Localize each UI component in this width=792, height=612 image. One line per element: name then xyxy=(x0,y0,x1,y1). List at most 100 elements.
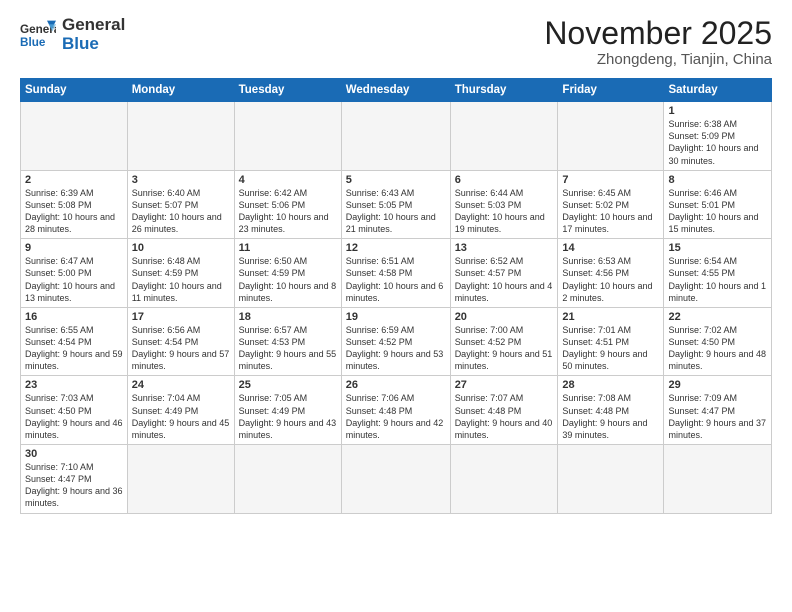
day-info: Sunrise: 6:46 AM Sunset: 5:01 PM Dayligh… xyxy=(668,187,767,236)
day-number: 13 xyxy=(455,242,554,254)
day-info: Sunrise: 6:59 AM Sunset: 4:52 PM Dayligh… xyxy=(346,324,446,373)
calendar-day-cell: 26Sunrise: 7:06 AM Sunset: 4:48 PM Dayli… xyxy=(341,376,450,445)
calendar-day-cell: 9Sunrise: 6:47 AM Sunset: 5:00 PM Daylig… xyxy=(21,239,128,308)
logo-blue: Blue xyxy=(62,35,125,54)
header: General Blue General Blue November 2025 … xyxy=(20,16,772,68)
day-info: Sunrise: 6:50 AM Sunset: 4:59 PM Dayligh… xyxy=(239,255,337,304)
day-number: 3 xyxy=(132,174,230,186)
calendar-day-cell xyxy=(341,102,450,171)
calendar-day-cell: 18Sunrise: 6:57 AM Sunset: 4:53 PM Dayli… xyxy=(234,307,341,376)
day-number: 15 xyxy=(668,242,767,254)
calendar-day-cell: 12Sunrise: 6:51 AM Sunset: 4:58 PM Dayli… xyxy=(341,239,450,308)
calendar-day-cell: 5Sunrise: 6:43 AM Sunset: 5:05 PM Daylig… xyxy=(341,170,450,239)
day-number: 22 xyxy=(668,311,767,323)
day-number: 8 xyxy=(668,174,767,186)
day-number: 28 xyxy=(562,379,659,391)
day-info: Sunrise: 6:39 AM Sunset: 5:08 PM Dayligh… xyxy=(25,187,123,236)
day-number: 10 xyxy=(132,242,230,254)
calendar-week-row: 16Sunrise: 6:55 AM Sunset: 4:54 PM Dayli… xyxy=(21,307,772,376)
calendar-week-row: 23Sunrise: 7:03 AM Sunset: 4:50 PM Dayli… xyxy=(21,376,772,445)
day-info: Sunrise: 6:52 AM Sunset: 4:57 PM Dayligh… xyxy=(455,255,554,304)
day-info: Sunrise: 6:48 AM Sunset: 4:59 PM Dayligh… xyxy=(132,255,230,304)
calendar-week-row: 30Sunrise: 7:10 AM Sunset: 4:47 PM Dayli… xyxy=(21,445,772,514)
day-info: Sunrise: 6:51 AM Sunset: 4:58 PM Dayligh… xyxy=(346,255,446,304)
day-number: 6 xyxy=(455,174,554,186)
day-number: 9 xyxy=(25,242,123,254)
day-info: Sunrise: 7:01 AM Sunset: 4:51 PM Dayligh… xyxy=(562,324,659,373)
calendar-day-cell: 13Sunrise: 6:52 AM Sunset: 4:57 PM Dayli… xyxy=(450,239,558,308)
calendar-day-cell xyxy=(558,445,664,514)
calendar-day-cell: 4Sunrise: 6:42 AM Sunset: 5:06 PM Daylig… xyxy=(234,170,341,239)
calendar-day-cell: 16Sunrise: 6:55 AM Sunset: 4:54 PM Dayli… xyxy=(21,307,128,376)
day-number: 21 xyxy=(562,311,659,323)
day-info: Sunrise: 6:57 AM Sunset: 4:53 PM Dayligh… xyxy=(239,324,337,373)
page: General Blue General Blue November 2025 … xyxy=(0,0,792,612)
calendar-day-cell: 15Sunrise: 6:54 AM Sunset: 4:55 PM Dayli… xyxy=(664,239,772,308)
col-sunday: Sunday xyxy=(21,79,128,102)
calendar-day-cell xyxy=(341,445,450,514)
day-info: Sunrise: 7:05 AM Sunset: 4:49 PM Dayligh… xyxy=(239,392,337,441)
calendar-day-cell: 23Sunrise: 7:03 AM Sunset: 4:50 PM Dayli… xyxy=(21,376,128,445)
day-info: Sunrise: 6:40 AM Sunset: 5:07 PM Dayligh… xyxy=(132,187,230,236)
day-number: 24 xyxy=(132,379,230,391)
calendar-day-cell xyxy=(21,102,128,171)
day-number: 19 xyxy=(346,311,446,323)
calendar-day-cell: 28Sunrise: 7:08 AM Sunset: 4:48 PM Dayli… xyxy=(558,376,664,445)
day-info: Sunrise: 7:09 AM Sunset: 4:47 PM Dayligh… xyxy=(668,392,767,441)
col-thursday: Thursday xyxy=(450,79,558,102)
day-number: 5 xyxy=(346,174,446,186)
day-number: 23 xyxy=(25,379,123,391)
calendar-day-cell: 24Sunrise: 7:04 AM Sunset: 4:49 PM Dayli… xyxy=(127,376,234,445)
calendar-table: Sunday Monday Tuesday Wednesday Thursday… xyxy=(20,78,772,513)
day-info: Sunrise: 7:03 AM Sunset: 4:50 PM Dayligh… xyxy=(25,392,123,441)
day-number: 2 xyxy=(25,174,123,186)
logo-general: General xyxy=(62,16,125,35)
day-number: 20 xyxy=(455,311,554,323)
col-saturday: Saturday xyxy=(664,79,772,102)
day-number: 17 xyxy=(132,311,230,323)
calendar-day-cell: 8Sunrise: 6:46 AM Sunset: 5:01 PM Daylig… xyxy=(664,170,772,239)
day-info: Sunrise: 7:02 AM Sunset: 4:50 PM Dayligh… xyxy=(668,324,767,373)
calendar-subtitle: Zhongdeng, Tianjin, China xyxy=(544,51,772,68)
day-number: 25 xyxy=(239,379,337,391)
calendar-day-cell: 6Sunrise: 6:44 AM Sunset: 5:03 PM Daylig… xyxy=(450,170,558,239)
calendar-header-row: Sunday Monday Tuesday Wednesday Thursday… xyxy=(21,79,772,102)
calendar-day-cell: 21Sunrise: 7:01 AM Sunset: 4:51 PM Dayli… xyxy=(558,307,664,376)
logo: General Blue General Blue xyxy=(20,16,125,53)
day-info: Sunrise: 7:08 AM Sunset: 4:48 PM Dayligh… xyxy=(562,392,659,441)
calendar-day-cell: 2Sunrise: 6:39 AM Sunset: 5:08 PM Daylig… xyxy=(21,170,128,239)
day-info: Sunrise: 6:53 AM Sunset: 4:56 PM Dayligh… xyxy=(562,255,659,304)
day-info: Sunrise: 7:00 AM Sunset: 4:52 PM Dayligh… xyxy=(455,324,554,373)
calendar-day-cell: 7Sunrise: 6:45 AM Sunset: 5:02 PM Daylig… xyxy=(558,170,664,239)
calendar-week-row: 1Sunrise: 6:38 AM Sunset: 5:09 PM Daylig… xyxy=(21,102,772,171)
day-number: 27 xyxy=(455,379,554,391)
calendar-day-cell xyxy=(234,102,341,171)
day-number: 26 xyxy=(346,379,446,391)
calendar-day-cell xyxy=(558,102,664,171)
day-number: 18 xyxy=(239,311,337,323)
calendar-day-cell: 19Sunrise: 6:59 AM Sunset: 4:52 PM Dayli… xyxy=(341,307,450,376)
day-info: Sunrise: 6:38 AM Sunset: 5:09 PM Dayligh… xyxy=(668,118,767,167)
svg-text:Blue: Blue xyxy=(20,35,46,48)
logo-icon: General Blue xyxy=(20,17,56,53)
calendar-day-cell: 17Sunrise: 6:56 AM Sunset: 4:54 PM Dayli… xyxy=(127,307,234,376)
col-tuesday: Tuesday xyxy=(234,79,341,102)
day-number: 16 xyxy=(25,311,123,323)
calendar-day-cell xyxy=(127,445,234,514)
calendar-day-cell: 27Sunrise: 7:07 AM Sunset: 4:48 PM Dayli… xyxy=(450,376,558,445)
calendar-day-cell: 25Sunrise: 7:05 AM Sunset: 4:49 PM Dayli… xyxy=(234,376,341,445)
day-info: Sunrise: 7:10 AM Sunset: 4:47 PM Dayligh… xyxy=(25,461,123,510)
day-number: 1 xyxy=(668,105,767,117)
day-number: 30 xyxy=(25,448,123,460)
calendar-day-cell: 29Sunrise: 7:09 AM Sunset: 4:47 PM Dayli… xyxy=(664,376,772,445)
calendar-day-cell: 30Sunrise: 7:10 AM Sunset: 4:47 PM Dayli… xyxy=(21,445,128,514)
calendar-title: November 2025 xyxy=(544,16,772,51)
day-number: 29 xyxy=(668,379,767,391)
day-number: 7 xyxy=(562,174,659,186)
day-info: Sunrise: 6:55 AM Sunset: 4:54 PM Dayligh… xyxy=(25,324,123,373)
day-info: Sunrise: 7:04 AM Sunset: 4:49 PM Dayligh… xyxy=(132,392,230,441)
day-info: Sunrise: 6:42 AM Sunset: 5:06 PM Dayligh… xyxy=(239,187,337,236)
col-friday: Friday xyxy=(558,79,664,102)
day-info: Sunrise: 7:07 AM Sunset: 4:48 PM Dayligh… xyxy=(455,392,554,441)
day-number: 11 xyxy=(239,242,337,254)
